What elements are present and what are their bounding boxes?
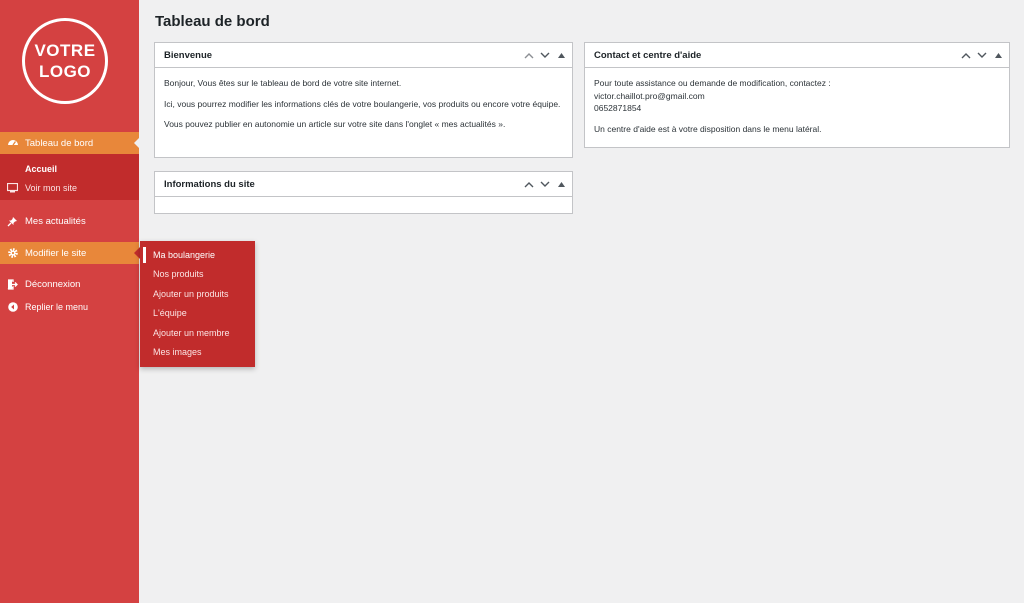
site-logo[interactable]: VOTRE LOGO	[22, 18, 108, 104]
chevron-up-icon[interactable]	[523, 178, 535, 190]
sidebar-item-logout[interactable]: Déconnexion	[0, 273, 139, 295]
contact-email[interactable]: victor.chaillot.pro@gmail.com	[594, 90, 1000, 103]
help-center-text: Un centre d'aide est à votre disposition…	[594, 123, 822, 134]
sidebar-item-dashboard[interactable]: Tableau de bord	[0, 132, 140, 154]
active-notch	[134, 137, 140, 149]
flyout-item-add-product[interactable]: Ajouter un produits	[153, 289, 229, 299]
widget-controls	[523, 178, 567, 190]
welcome-widget: Bienvenue Bonjour, Vous êtes sur le tabl…	[154, 42, 573, 158]
submenu-item-view-site[interactable]: Voir mon site	[0, 181, 77, 195]
submenu-item-home[interactable]: Accueil	[25, 164, 57, 174]
triangle-up-icon[interactable]	[555, 178, 567, 190]
widget-header: Bienvenue	[155, 43, 572, 68]
chevron-down-icon[interactable]	[539, 178, 551, 190]
page-title: Tableau de bord	[155, 13, 270, 30]
dashboard-icon	[0, 137, 25, 149]
sidebar-item-label: Modifier le site	[25, 247, 87, 259]
chevron-up-icon[interactable]	[960, 49, 972, 61]
logo-line-2: LOGO	[38, 62, 92, 81]
collapse-icon	[0, 302, 25, 312]
sidebar-item-label: Déconnexion	[25, 278, 81, 290]
edit-site-flyout-menu: Ma boulangerie Nos produits Ajouter un p…	[140, 241, 255, 367]
current-item-marker	[143, 247, 146, 263]
widget-title: Contact et centre d'aide	[594, 49, 702, 61]
submenu-item-label: Voir mon site	[25, 183, 78, 193]
chevron-down-icon[interactable]	[539, 49, 551, 61]
welcome-text-3: Vous pouvez publier en autonomie un arti…	[164, 119, 506, 129]
logout-icon	[0, 278, 25, 290]
logo-line-1: VOTRE	[34, 41, 96, 60]
flyout-item-bakery[interactable]: Ma boulangerie	[153, 250, 215, 260]
contact-widget: Contact et centre d'aide Pour toute assi…	[584, 42, 1010, 148]
widget-body: Bonjour, Vous êtes sur le tableau de bor…	[155, 68, 572, 140]
welcome-text-2: Ici, vous pourrez modifier les informati…	[164, 98, 561, 109]
monitor-icon	[0, 183, 25, 193]
flyout-item-products[interactable]: Nos produits	[153, 269, 204, 279]
flyout-item-team[interactable]: L'équipe	[153, 308, 187, 318]
contact-intro: Pour toute assistance ou demande de modi…	[594, 78, 831, 88]
contact-phone[interactable]: 0652871854	[594, 102, 1000, 115]
chevron-up-icon[interactable]	[523, 49, 535, 61]
welcome-text-1: Bonjour, Vous êtes sur le tableau de bor…	[164, 78, 402, 88]
sidebar-item-label: Mes actualités	[25, 215, 86, 227]
widget-controls	[960, 49, 1004, 61]
widget-title: Bienvenue	[164, 49, 213, 61]
triangle-up-icon[interactable]	[992, 49, 1004, 61]
widget-title: Informations du site	[164, 178, 255, 190]
gear-icon	[0, 247, 25, 259]
triangle-up-icon[interactable]	[555, 49, 567, 61]
chevron-down-icon[interactable]	[976, 49, 988, 61]
pin-icon	[0, 216, 25, 227]
flyout-item-images[interactable]: Mes images	[153, 347, 202, 357]
site-info-widget: Informations du site	[154, 171, 573, 214]
sidebar-item-label: Tableau de bord	[25, 137, 94, 149]
widget-header: Contact et centre d'aide	[585, 43, 1009, 68]
sidebar-item-edit-site[interactable]: Modifier le site	[0, 242, 140, 264]
sidebar-item-news[interactable]: Mes actualités	[0, 210, 139, 232]
widget-body: Pour toute assistance ou demande de modi…	[585, 68, 1009, 144]
sidebar-item-label: Replier le menu	[25, 302, 89, 312]
widget-header: Informations du site	[155, 172, 572, 197]
collapse-menu-button[interactable]: Replier le menu	[0, 296, 139, 318]
flyout-item-add-member[interactable]: Ajouter un membre	[153, 328, 230, 338]
widget-controls	[523, 49, 567, 61]
